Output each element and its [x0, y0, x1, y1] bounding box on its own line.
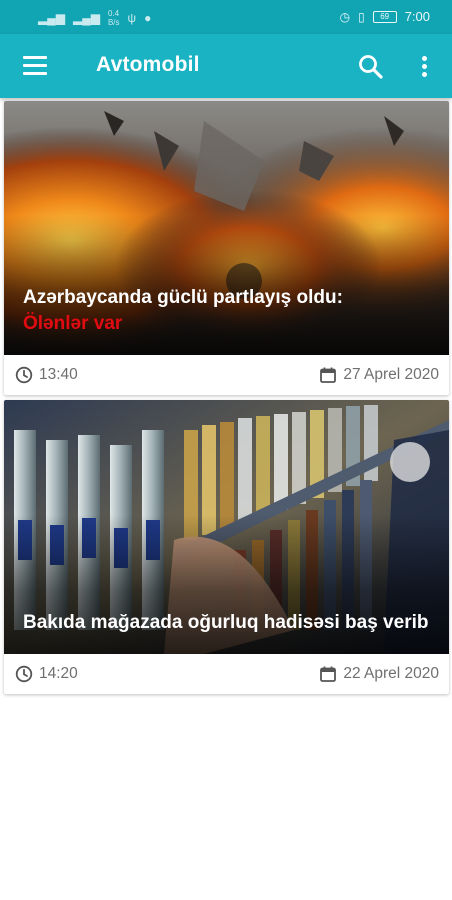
battery-icon: 69: [372, 10, 397, 23]
news-card-meta: 13:40 27 Aprel 2020: [4, 355, 449, 395]
news-card-title[interactable]: Azərbaycanda güclü partlayış oldu: Ölənl…: [23, 285, 435, 337]
more-vert-icon-dot: [422, 64, 427, 69]
calendar-icon: [320, 666, 337, 682]
more-vert-icon: [422, 56, 427, 61]
status-time: 7:00: [404, 9, 430, 24]
news-card-image[interactable]: Bakıda mağazada oğurluq hadisəsi baş ver…: [4, 400, 449, 654]
usb-icon: ψ: [127, 11, 137, 25]
news-time: 14:20: [15, 665, 78, 683]
more-vert-icon-dot: [422, 72, 427, 77]
chat-bubble-icon: ●: [144, 11, 152, 25]
news-date-text: 27 Aprel 2020: [343, 366, 439, 383]
news-date: 27 Aprel 2020: [319, 366, 439, 384]
clock-icon: [15, 665, 33, 683]
page-title: Avtomobil: [96, 53, 200, 76]
news-card-title-highlight: Ölənlər var: [23, 313, 123, 334]
menu-button[interactable]: [20, 54, 50, 78]
signal-icon: ▂▄▆: [38, 11, 65, 25]
news-card-title-text: Bakıda mağazada oğurluq hadisəsi baş ver…: [23, 612, 429, 633]
more-options-button[interactable]: [412, 52, 436, 82]
news-card[interactable]: Azərbaycanda güclü partlayış oldu: Ölənl…: [4, 101, 449, 395]
alarm-icon: ◷: [339, 9, 351, 24]
news-date: 22 Aprel 2020: [319, 665, 439, 683]
status-left-icons: ▂▄▆ ▂▄▆ 0.4 B/s ψ ●: [38, 9, 151, 27]
hamburger-icon-line: [23, 72, 47, 75]
news-card-meta: 14:20 22 Aprel 2020: [4, 654, 449, 694]
search-icon: [359, 55, 383, 79]
clock-icon: [15, 366, 33, 384]
news-card-title-text: Azərbaycanda güclü partlayış oldu:: [23, 287, 343, 308]
status-bar: ▂▄▆ ▂▄▆ 0.4 B/s ψ ● ◷ ▯ 69 7:00: [0, 0, 452, 34]
vibrate-icon: ▯: [358, 9, 365, 24]
news-time: 13:40: [15, 366, 78, 384]
search-button[interactable]: [356, 52, 386, 82]
signal-icon: ▂▄▆: [72, 11, 100, 25]
news-time-text: 14:20: [39, 665, 78, 682]
calendar-icon: [320, 367, 337, 383]
news-date-text: 22 Aprel 2020: [343, 665, 439, 682]
news-card-title[interactable]: Bakıda mağazada oğurluq hadisəsi baş ver…: [23, 610, 435, 636]
data-speed-icon: 0.4 B/s: [107, 9, 120, 27]
news-time-text: 13:40: [39, 366, 78, 383]
news-card[interactable]: Bakıda mağazada oğurluq hadisəsi baş ver…: [4, 400, 449, 694]
hamburger-icon: [23, 56, 47, 59]
news-card-image[interactable]: Azərbaycanda güclü partlayış oldu: Ölənl…: [4, 101, 449, 355]
status-right-icons: ◷ ▯ 69 7:00: [340, 9, 430, 24]
hamburger-icon-line: [23, 64, 47, 67]
app-toolbar: Avtomobil: [0, 34, 452, 98]
